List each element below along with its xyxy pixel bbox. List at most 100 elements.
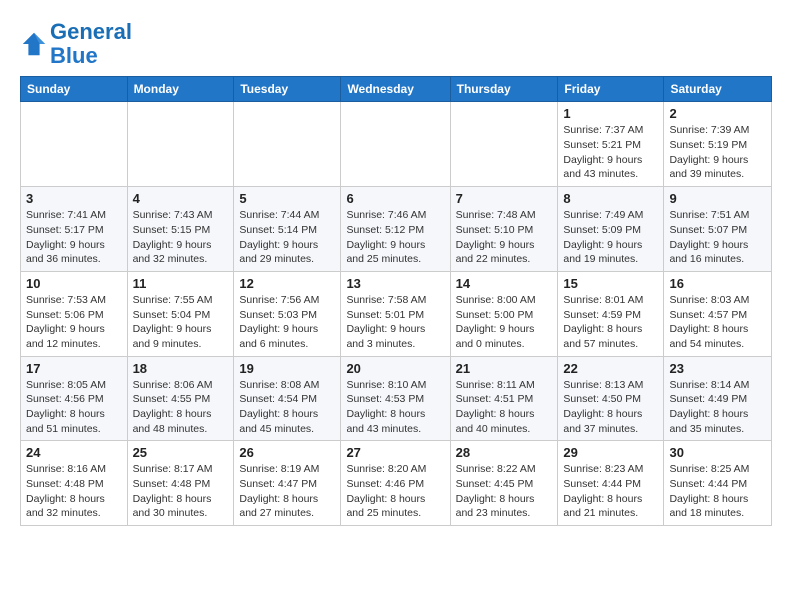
calendar-cell: 12 Sunrise: 7:56 AM Sunset: 5:03 PM Dayli… — [234, 271, 341, 356]
day-info: Sunrise: 7:49 AM Sunset: 5:09 PM Dayligh… — [563, 208, 658, 267]
day-info: Sunrise: 8:06 AM Sunset: 4:55 PM Dayligh… — [133, 378, 229, 437]
calendar-cell: 16 Sunrise: 8:03 AM Sunset: 4:57 PM Dayli… — [664, 271, 772, 356]
calendar-week-row: 17Sunrise: 8:05 AM Sunset: 4:56 PM Dayli… — [21, 356, 772, 441]
calendar-cell: 22 Sunrise: 8:13 AM Sunset: 4:50 PM Dayli… — [558, 356, 664, 441]
day-info: Sunrise: 8:03 AM Sunset: 4:57 PM Dayligh… — [669, 293, 766, 352]
day-info: Sunrise: 8:25 AM Sunset: 4:44 PM Dayligh… — [669, 462, 766, 521]
calendar-cell: 3 Sunrise: 7:41 AM Sunset: 5:17 PM Daylig… — [21, 187, 128, 272]
calendar-cell: 13 Sunrise: 7:58 AM Sunset: 5:01 PM Dayli… — [341, 271, 450, 356]
calendar-cell: 21 Sunrise: 8:11 AM Sunset: 4:51 PM Dayli… — [450, 356, 558, 441]
calendar-cell — [127, 102, 234, 187]
calendar-cell: 20Sunrise: 8:10 AM Sunset: 4:53 PM Dayli… — [341, 356, 450, 441]
day-number: 16 — [669, 276, 766, 291]
day-number: 28 — [456, 445, 553, 460]
calendar-cell: 11Sunrise: 7:55 AM Sunset: 5:04 PM Dayli… — [127, 271, 234, 356]
col-header-saturday: Saturday — [664, 77, 772, 102]
day-number: 26 — [239, 445, 335, 460]
day-number: 25 — [133, 445, 229, 460]
day-number: 1 — [563, 106, 658, 121]
day-info: Sunrise: 8:01 AM Sunset: 4:59 PM Dayligh… — [563, 293, 658, 352]
calendar-cell: 8 Sunrise: 7:49 AM Sunset: 5:09 PM Daylig… — [558, 187, 664, 272]
calendar-cell: 7 Sunrise: 7:48 AM Sunset: 5:10 PM Daylig… — [450, 187, 558, 272]
day-number: 20 — [346, 361, 444, 376]
day-info: Sunrise: 8:00 AM Sunset: 5:00 PM Dayligh… — [456, 293, 553, 352]
calendar-cell: 2 Sunrise: 7:39 AM Sunset: 5:19 PM Daylig… — [664, 102, 772, 187]
day-info: Sunrise: 7:58 AM Sunset: 5:01 PM Dayligh… — [346, 293, 444, 352]
day-info: Sunrise: 7:37 AM Sunset: 5:21 PM Dayligh… — [563, 123, 658, 182]
logo: General Blue — [20, 20, 132, 68]
calendar-week-row: 3 Sunrise: 7:41 AM Sunset: 5:17 PM Daylig… — [21, 187, 772, 272]
calendar-cell: 27 Sunrise: 8:20 AM Sunset: 4:46 PM Dayli… — [341, 441, 450, 526]
day-number: 23 — [669, 361, 766, 376]
calendar-week-row: 10 Sunrise: 7:53 AM Sunset: 5:06 PM Dayli… — [21, 271, 772, 356]
day-info: Sunrise: 7:51 AM Sunset: 5:07 PM Dayligh… — [669, 208, 766, 267]
col-header-tuesday: Tuesday — [234, 77, 341, 102]
day-number: 22 — [563, 361, 658, 376]
calendar-cell: 25 Sunrise: 8:17 AM Sunset: 4:48 PM Dayli… — [127, 441, 234, 526]
day-info: Sunrise: 8:14 AM Sunset: 4:49 PM Dayligh… — [669, 378, 766, 437]
day-number: 30 — [669, 445, 766, 460]
day-number: 27 — [346, 445, 444, 460]
day-number: 21 — [456, 361, 553, 376]
col-header-monday: Monday — [127, 77, 234, 102]
day-info: Sunrise: 8:11 AM Sunset: 4:51 PM Dayligh… — [456, 378, 553, 437]
day-info: Sunrise: 7:48 AM Sunset: 5:10 PM Dayligh… — [456, 208, 553, 267]
col-header-wednesday: Wednesday — [341, 77, 450, 102]
day-info: Sunrise: 8:08 AM Sunset: 4:54 PM Dayligh… — [239, 378, 335, 437]
logo-icon — [20, 30, 48, 58]
day-number: 8 — [563, 191, 658, 206]
header: General Blue — [20, 16, 772, 68]
day-number: 2 — [669, 106, 766, 121]
day-info: Sunrise: 7:56 AM Sunset: 5:03 PM Dayligh… — [239, 293, 335, 352]
day-number: 15 — [563, 276, 658, 291]
calendar-cell: 29 Sunrise: 8:23 AM Sunset: 4:44 PM Dayli… — [558, 441, 664, 526]
calendar-header-row: SundayMondayTuesdayWednesdayThursdayFrid… — [21, 77, 772, 102]
day-info: Sunrise: 7:41 AM Sunset: 5:17 PM Dayligh… — [26, 208, 122, 267]
col-header-friday: Friday — [558, 77, 664, 102]
day-number: 12 — [239, 276, 335, 291]
calendar-week-row: 24Sunrise: 8:16 AM Sunset: 4:48 PM Dayli… — [21, 441, 772, 526]
calendar-week-row: 1 Sunrise: 7:37 AM Sunset: 5:21 PM Daylig… — [21, 102, 772, 187]
day-info: Sunrise: 8:22 AM Sunset: 4:45 PM Dayligh… — [456, 462, 553, 521]
day-info: Sunrise: 7:55 AM Sunset: 5:04 PM Dayligh… — [133, 293, 229, 352]
calendar-cell — [234, 102, 341, 187]
calendar-cell: 14 Sunrise: 8:00 AM Sunset: 5:00 PM Dayli… — [450, 271, 558, 356]
calendar-cell: 5 Sunrise: 7:44 AM Sunset: 5:14 PM Daylig… — [234, 187, 341, 272]
calendar-cell: 10 Sunrise: 7:53 AM Sunset: 5:06 PM Dayli… — [21, 271, 128, 356]
day-number: 18 — [133, 361, 229, 376]
day-number: 5 — [239, 191, 335, 206]
calendar-cell: 15 Sunrise: 8:01 AM Sunset: 4:59 PM Dayli… — [558, 271, 664, 356]
day-number: 13 — [346, 276, 444, 291]
col-header-thursday: Thursday — [450, 77, 558, 102]
calendar-cell: 6Sunrise: 7:46 AM Sunset: 5:12 PM Daylig… — [341, 187, 450, 272]
day-info: Sunrise: 8:20 AM Sunset: 4:46 PM Dayligh… — [346, 462, 444, 521]
day-number: 24 — [26, 445, 122, 460]
calendar-cell: 9Sunrise: 7:51 AM Sunset: 5:07 PM Daylig… — [664, 187, 772, 272]
day-number: 29 — [563, 445, 658, 460]
calendar-cell — [21, 102, 128, 187]
day-number: 19 — [239, 361, 335, 376]
day-number: 14 — [456, 276, 553, 291]
day-info: Sunrise: 7:39 AM Sunset: 5:19 PM Dayligh… — [669, 123, 766, 182]
calendar-cell: 24Sunrise: 8:16 AM Sunset: 4:48 PM Dayli… — [21, 441, 128, 526]
day-number: 3 — [26, 191, 122, 206]
day-number: 17 — [26, 361, 122, 376]
day-info: Sunrise: 8:17 AM Sunset: 4:48 PM Dayligh… — [133, 462, 229, 521]
day-info: Sunrise: 7:44 AM Sunset: 5:14 PM Dayligh… — [239, 208, 335, 267]
day-number: 10 — [26, 276, 122, 291]
day-info: Sunrise: 8:23 AM Sunset: 4:44 PM Dayligh… — [563, 462, 658, 521]
day-number: 4 — [133, 191, 229, 206]
calendar-cell — [450, 102, 558, 187]
calendar-cell: 28 Sunrise: 8:22 AM Sunset: 4:45 PM Dayli… — [450, 441, 558, 526]
calendar-cell: 30 Sunrise: 8:25 AM Sunset: 4:44 PM Dayli… — [664, 441, 772, 526]
calendar-cell: 19 Sunrise: 8:08 AM Sunset: 4:54 PM Dayli… — [234, 356, 341, 441]
col-header-sunday: Sunday — [21, 77, 128, 102]
calendar-cell: 17Sunrise: 8:05 AM Sunset: 4:56 PM Dayli… — [21, 356, 128, 441]
page: General Blue SundayMondayTuesdayWednesda… — [0, 0, 792, 536]
calendar-table: SundayMondayTuesdayWednesdayThursdayFrid… — [20, 76, 772, 526]
day-number: 7 — [456, 191, 553, 206]
day-number: 6 — [346, 191, 444, 206]
day-info: Sunrise: 7:53 AM Sunset: 5:06 PM Dayligh… — [26, 293, 122, 352]
day-info: Sunrise: 8:13 AM Sunset: 4:50 PM Dayligh… — [563, 378, 658, 437]
calendar-cell: 1 Sunrise: 7:37 AM Sunset: 5:21 PM Daylig… — [558, 102, 664, 187]
